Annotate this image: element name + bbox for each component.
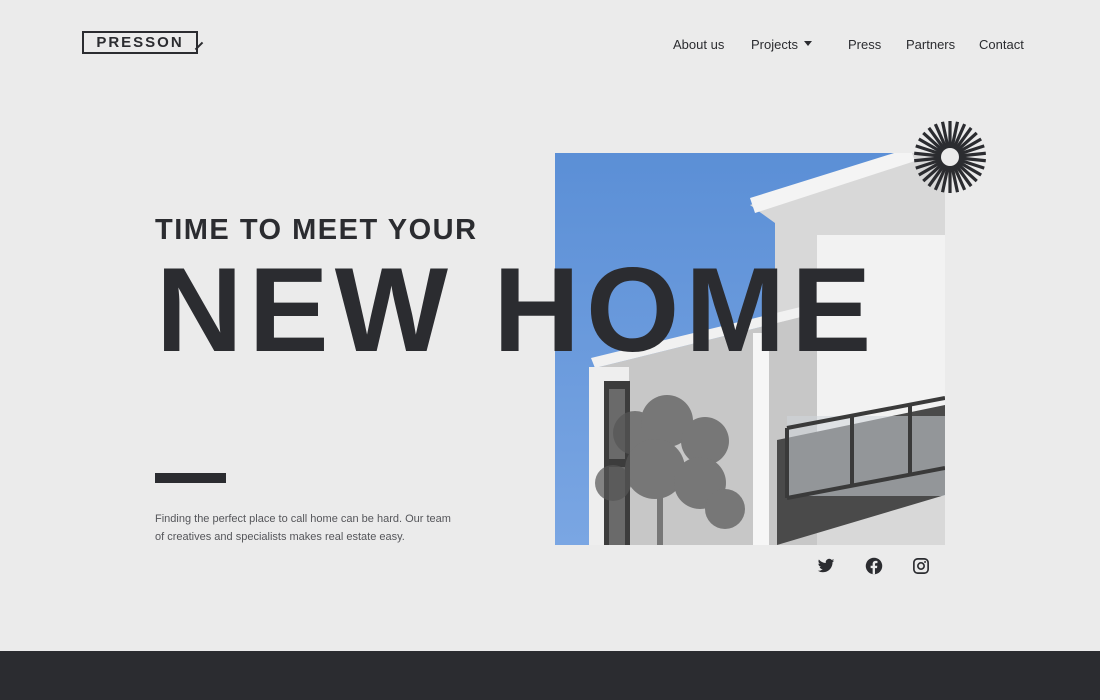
nav-projects[interactable]: Projects bbox=[751, 37, 798, 53]
hero-kicker: TIME TO MEET YOUR bbox=[155, 214, 478, 246]
chevron-down-icon[interactable] bbox=[804, 41, 812, 46]
nav-contact[interactable]: Contact bbox=[979, 37, 1024, 53]
hero-description: Finding the perfect place to call home c… bbox=[155, 513, 451, 543]
facebook-icon[interactable] bbox=[865, 557, 883, 575]
logo[interactable]: PRESSON bbox=[82, 31, 204, 58]
nav-about-us[interactable]: About us bbox=[673, 37, 724, 53]
sunburst-icon bbox=[914, 121, 986, 193]
instagram-icon[interactable] bbox=[912, 557, 930, 575]
hero-headline: NEW HOME bbox=[156, 243, 878, 377]
twitter-icon[interactable] bbox=[817, 557, 835, 575]
accent-dash bbox=[155, 473, 226, 483]
nav-press[interactable]: Press bbox=[848, 37, 881, 53]
footer-band bbox=[0, 651, 1100, 700]
nav-partners[interactable]: Partners bbox=[906, 37, 955, 53]
logo-text: PRESSON bbox=[96, 34, 184, 51]
